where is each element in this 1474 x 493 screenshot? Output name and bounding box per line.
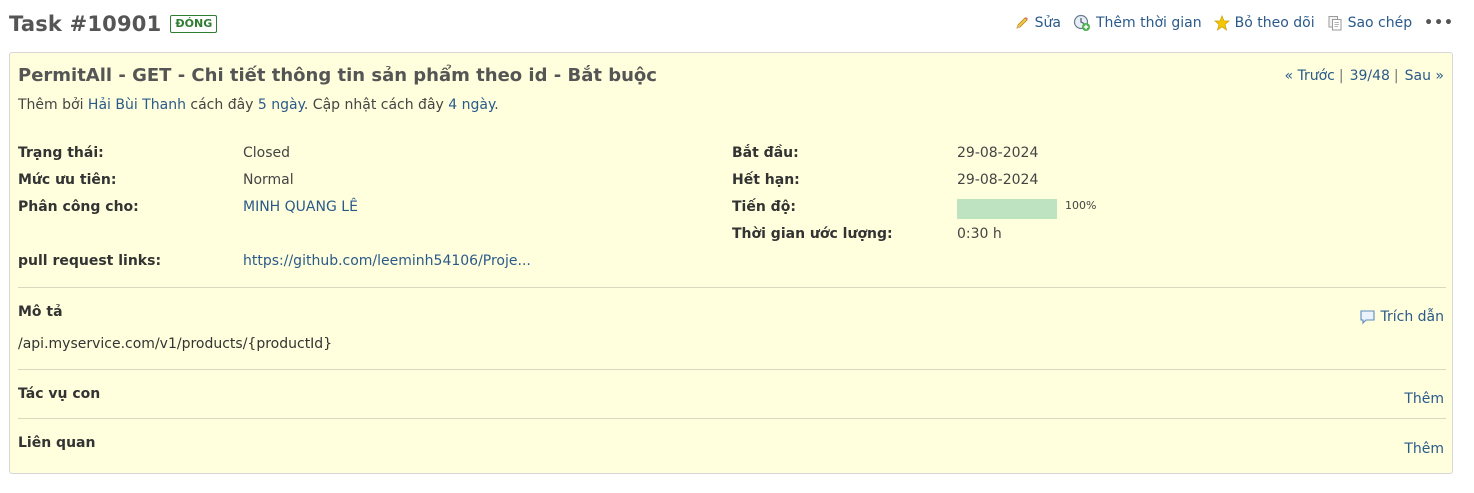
- added-by-text: Thêm bởi: [18, 97, 84, 113]
- due-date-label: Hết hạn:: [732, 172, 800, 188]
- nav-separator: |: [1393, 68, 1399, 84]
- author-link[interactable]: Hải Bùi Thanh: [88, 97, 186, 113]
- updated-ago-link[interactable]: 4 ngày: [448, 97, 494, 113]
- pull-request-link[interactable]: https://github.com/leeminh54106/Proje...: [243, 253, 531, 269]
- issue-subject: PermitAll - GET - Chi tiết thông tin sản…: [18, 65, 657, 86]
- clock-add-icon: [1073, 14, 1090, 31]
- issue-details-panel: PermitAll - GET - Chi tiết thông tin sản…: [9, 52, 1453, 474]
- progress-percent: 100%: [1065, 199, 1097, 212]
- edit-label: Sửa: [1034, 15, 1061, 31]
- issue-position-link[interactable]: 39/48: [1350, 68, 1390, 84]
- copy-label: Sao chép: [1347, 15, 1413, 31]
- nav-separator: |: [1338, 68, 1344, 84]
- star-icon: [1213, 15, 1230, 31]
- task-title: Task #10901: [9, 12, 162, 36]
- next-issue-link[interactable]: Sau »: [1405, 68, 1444, 84]
- subtasks-title: Tác vụ con: [18, 386, 101, 402]
- assignee-label: Phân công cho:: [18, 199, 139, 215]
- progress-bar: [957, 199, 1057, 219]
- add-subtask-link[interactable]: Thêm: [1404, 391, 1444, 407]
- progress-label: Tiến độ:: [732, 199, 796, 215]
- issue-heading: Task #10901 ĐÓNG: [9, 9, 218, 39]
- add-relation-link[interactable]: Thêm: [1404, 441, 1444, 457]
- created-ago-prefix: cách đây: [190, 97, 254, 113]
- quote-label: Trích dẫn: [1380, 309, 1445, 325]
- copy-icon: [1328, 16, 1342, 31]
- estimated-time-value: 0:30 h: [957, 226, 1002, 242]
- progress-bar-fill: [957, 199, 1057, 219]
- pencil-icon: [1016, 17, 1028, 29]
- log-time-button[interactable]: Thêm thời gian: [1073, 14, 1202, 32]
- contextual-actions: Sửa Thêm thời gian Bỏ theo dõi Sao chép …: [1002, 12, 1454, 34]
- priority-label: Mức ưu tiên:: [18, 172, 117, 188]
- copy-button[interactable]: Sao chép: [1327, 15, 1413, 31]
- status-label: Trạng thái:: [18, 145, 104, 161]
- divider: [18, 418, 1446, 419]
- assignee-link[interactable]: MINH QUANG LÊ: [243, 199, 358, 215]
- previous-issue-link[interactable]: « Trước: [1284, 68, 1334, 84]
- log-time-label: Thêm thời gian: [1096, 15, 1202, 31]
- start-date-value: 29-08-2024: [957, 145, 1039, 161]
- divider: [18, 287, 1446, 288]
- relations-title: Liên quan: [18, 435, 96, 451]
- estimated-time-label: Thời gian ước lượng:: [732, 226, 893, 242]
- pull-request-label: pull request links:: [18, 253, 162, 269]
- author-line: Thêm bởi Hải Bùi Thanh cách đây 5 ngày. …: [18, 97, 499, 113]
- unwatch-button[interactable]: Bỏ theo dõi: [1213, 15, 1315, 31]
- due-date-value: 29-08-2024: [957, 172, 1039, 188]
- comment-icon: [1359, 310, 1375, 325]
- description-text: /api.myservice.com/v1/products/{productI…: [18, 336, 333, 352]
- created-ago-link[interactable]: 5 ngày: [258, 97, 304, 113]
- divider: [18, 369, 1446, 370]
- status-value: Closed: [243, 145, 291, 161]
- quote-button[interactable]: Trích dẫn: [1359, 309, 1445, 325]
- priority-value: Normal: [243, 172, 294, 188]
- edit-button[interactable]: Sửa: [1014, 15, 1061, 31]
- issue-navigation: « Trước | 39/48 | Sau »: [1284, 68, 1444, 84]
- description-title: Mô tả: [18, 304, 63, 320]
- author-line-end: .: [494, 97, 499, 113]
- unwatch-label: Bỏ theo dõi: [1234, 15, 1315, 31]
- updated-prefix: . Cập nhật cách đây: [303, 97, 444, 113]
- status-badge: ĐÓNG: [170, 15, 218, 33]
- more-actions-icon[interactable]: •••: [1424, 15, 1454, 31]
- start-date-label: Bắt đầu:: [732, 145, 799, 161]
